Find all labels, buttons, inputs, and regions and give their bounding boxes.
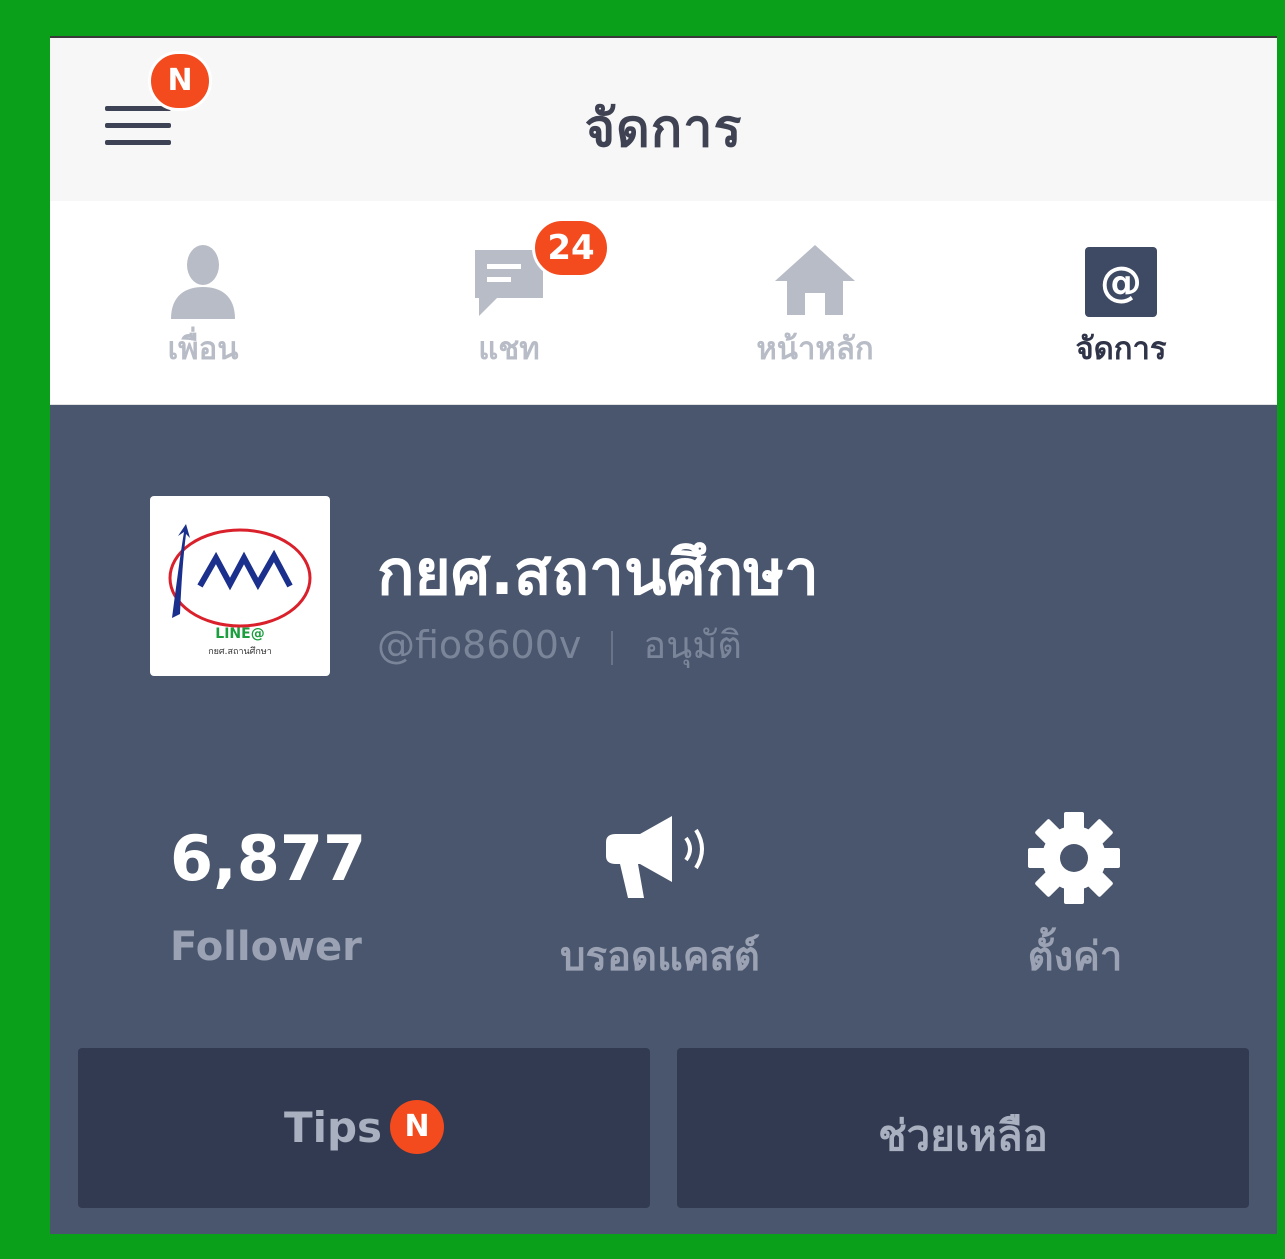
tab-label: แชท (478, 331, 540, 367)
account-logo-image: LINE@ กยศ.สถานศึกษา (168, 524, 312, 657)
tab-bar: เพื่อน 24 แชท หน้าหลัก @ จัดการ (50, 201, 1277, 405)
logo-caption-text: กยศ.สถานศึกษา (208, 646, 272, 657)
tips-new-badge: N (390, 1099, 445, 1154)
settings-label: ตั้งค่า (1027, 934, 1123, 980)
account-meta: @fio8600v อนุมัติ (377, 614, 742, 675)
tab-manage[interactable]: @ จัดการ (968, 201, 1274, 404)
home-icon (775, 245, 855, 315)
follower-label: Follower (170, 924, 362, 970)
account-logo: LINE@ กยศ.สถานศึกษา (150, 496, 330, 676)
tab-label: หน้าหลัก (756, 331, 874, 367)
app-screen: N จัดการ เพื่อน 24 แชท หน้าหลัก @ จัดการ… (50, 36, 1277, 1234)
page-title: จัดการ (584, 99, 743, 159)
help-button[interactable]: ช่วยเหลือ (677, 1048, 1249, 1208)
tab-home[interactable]: หน้าหลัก (662, 201, 968, 404)
person-icon (171, 245, 235, 319)
account-id: @fio8600v (377, 623, 582, 667)
chat-unread-badge: 24 (532, 218, 610, 278)
account-status: อนุมัติ (643, 623, 742, 667)
meta-divider (611, 630, 614, 665)
tab-label: เพื่อน (167, 331, 239, 367)
help-label: ช่วยเหลือ (878, 1111, 1048, 1160)
broadcast-button[interactable]: บรอดแคสต์ (540, 806, 780, 980)
header-bar: N จัดการ (50, 36, 1277, 203)
tips-label: Tips (283, 1103, 383, 1152)
account-name: กยศ.สถานศึกษา (377, 536, 819, 609)
megaphone-icon (606, 816, 704, 898)
tab-friends[interactable]: เพื่อน (50, 201, 356, 404)
broadcast-label: บรอดแคสต์ (560, 934, 760, 980)
logo-brand-text: LINE@ (215, 626, 264, 642)
svg-text:@: @ (1100, 257, 1142, 306)
tab-chat[interactable]: 24 แชท (356, 201, 662, 404)
follower-count[interactable]: 6,877 (170, 822, 366, 895)
settings-button[interactable]: ตั้งค่า (1000, 806, 1150, 980)
tab-label: จัดการ (1075, 331, 1167, 367)
tips-button-content: Tips N (78, 1099, 650, 1158)
at-icon: @ (1085, 247, 1157, 317)
gear-icon (1028, 812, 1120, 904)
tips-button[interactable]: Tips N (78, 1048, 650, 1208)
